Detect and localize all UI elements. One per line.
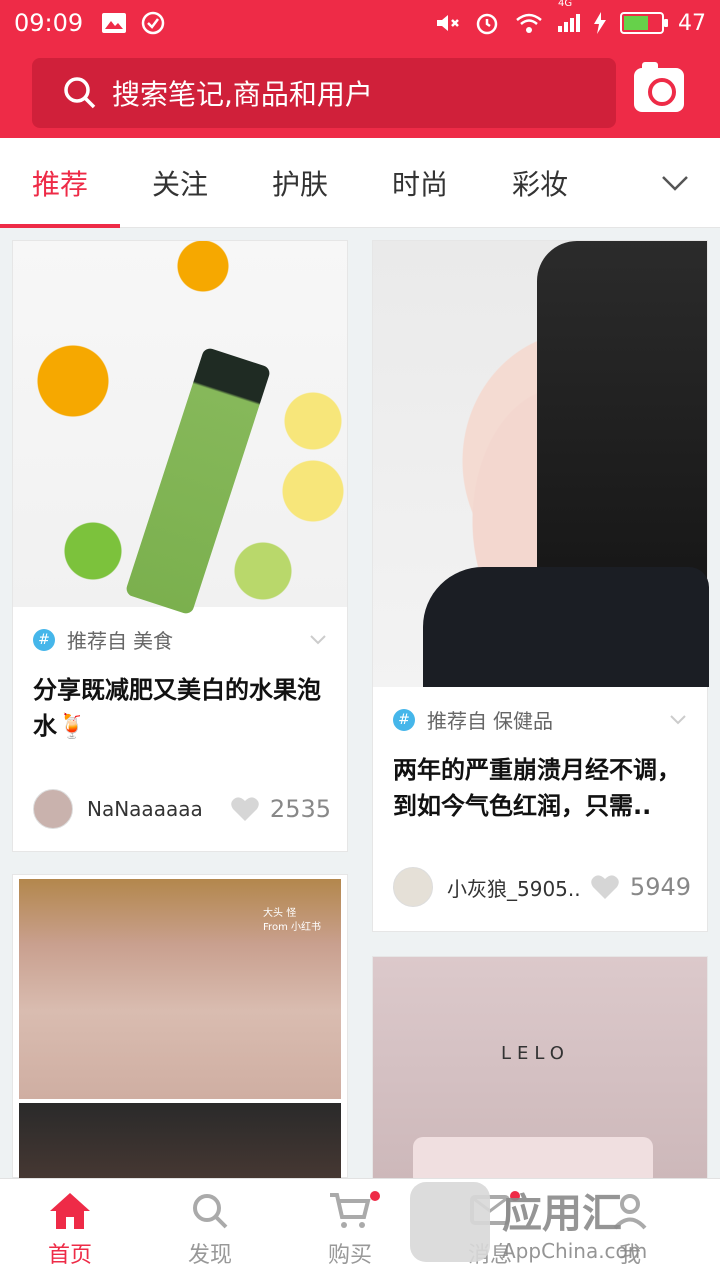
chevron-down-icon[interactable] <box>669 714 687 726</box>
recommend-source: # 推荐自 保健品 <box>373 687 707 752</box>
tab-skincare[interactable]: 护肤 <box>240 138 360 228</box>
appchina-watermark: 应用汇 AppChina.com <box>410 1172 710 1272</box>
camera-icon[interactable] <box>634 62 684 112</box>
note-card[interactable]: # 推荐自 美食 分享既减肥又美白的水果泡水🍹 NaNaaaaaa 2535 <box>12 240 348 852</box>
nav-home[interactable]: 首页 <box>0 1179 140 1280</box>
notification-dot <box>370 1191 380 1201</box>
image-overlay-watermark: 大头 怪 From 小红书 <box>263 908 321 933</box>
avatar[interactable] <box>393 867 433 907</box>
search-icon <box>64 77 96 109</box>
watermark-en: AppChina.com <box>502 1239 648 1263</box>
battery-icon <box>620 12 668 34</box>
note-title: 分享既减肥又美白的水果泡水🍹 <box>33 676 321 740</box>
charging-bolt-icon <box>594 12 606 34</box>
tab-fashion[interactable]: 时尚 <box>360 138 480 228</box>
alarm-icon <box>476 13 498 35</box>
like-button[interactable]: 2535 <box>230 795 331 823</box>
hashtag-icon: # <box>33 628 55 651</box>
like-button[interactable]: 5949 <box>590 873 691 901</box>
note-card[interactable]: 大头 怪 From 小红书 <box>12 874 348 1193</box>
cart-icon <box>330 1193 371 1228</box>
note-image-lelo-box: LELO <box>373 957 707 1187</box>
search-icon <box>193 1194 228 1229</box>
check-circle-icon <box>141 11 165 35</box>
wifi-icon <box>516 13 542 33</box>
status-bar: 09:09 4G 47 <box>0 0 720 46</box>
note-image-forehead: 大头 怪 From 小红书 <box>19 879 341 1099</box>
chevron-down-icon[interactable] <box>309 634 327 646</box>
note-card[interactable]: # 推荐自 保健品 两年的严重崩溃月经不调，到如今气色红润，只需.. 小灰狼_5… <box>372 240 709 932</box>
like-count: 2535 <box>269 795 331 823</box>
battery-percent: 47 <box>678 10 706 36</box>
heart-icon <box>231 797 259 821</box>
image-notification-icon <box>102 13 127 33</box>
cell-signal-icon: 4G <box>558 0 580 32</box>
nav-shop-label: 购买 <box>327 1243 372 1268</box>
nav-discover[interactable]: 发现 <box>140 1179 280 1280</box>
status-right: 4G 47 <box>434 0 706 36</box>
note-title: 两年的严重崩溃月经不调，到如今气色红润，只需.. <box>393 756 681 820</box>
watermark-cn: 应用汇 <box>502 1191 622 1237</box>
note-card[interactable]: LELO <box>372 956 708 1187</box>
username[interactable]: 小灰狼_5905.. <box>447 873 581 902</box>
username[interactable]: NaNaaaaaa <box>87 797 203 821</box>
nav-discover-label: 发现 <box>187 1243 232 1268</box>
nav-shop[interactable]: 购买 <box>280 1179 420 1280</box>
search-placeholder: 搜索笔记,商品和用户 <box>112 78 373 111</box>
app-header: 搜索笔记,商品和用户 <box>0 46 720 138</box>
status-time: 09:09 <box>14 9 84 37</box>
nav-home-label: 首页 <box>47 1243 92 1268</box>
status-notification-icons <box>101 11 165 35</box>
avatar[interactable] <box>33 789 73 829</box>
network-type-label: 4G <box>558 0 573 9</box>
mute-icon <box>437 15 459 31</box>
appchina-logo-icon <box>410 1182 490 1262</box>
note-image-portrait <box>373 241 709 687</box>
heart-icon <box>591 875 619 899</box>
brand-text: LELO <box>501 1043 570 1064</box>
home-icon <box>50 1193 90 1229</box>
note-image-fruit-water <box>13 241 347 616</box>
recommend-prefix: 推荐自 <box>427 709 487 733</box>
tabs-expand-button[interactable] <box>630 138 720 228</box>
tab-makeup[interactable]: 彩妆 <box>480 138 600 228</box>
note-meta: NaNaaaaaa 2535 <box>33 789 331 829</box>
hashtag-icon: # <box>393 708 415 731</box>
like-count: 5949 <box>629 873 691 901</box>
tab-recommend[interactable]: 推荐 <box>0 138 120 228</box>
chevron-down-icon <box>662 176 688 191</box>
recommend-source: # 推荐自 美食 <box>13 607 347 672</box>
recommend-prefix: 推荐自 <box>67 629 127 653</box>
category-tabs: 推荐 关注 护肤 时尚 彩妆 <box>0 138 720 228</box>
note-meta: 小灰狼_5905.. 5949 <box>393 867 691 907</box>
recommend-topic: 美食 <box>133 629 173 653</box>
tab-follow[interactable]: 关注 <box>120 138 240 228</box>
search-bar[interactable]: 搜索笔记,商品和用户 <box>32 58 616 128</box>
recommend-topic: 保健品 <box>493 709 553 733</box>
